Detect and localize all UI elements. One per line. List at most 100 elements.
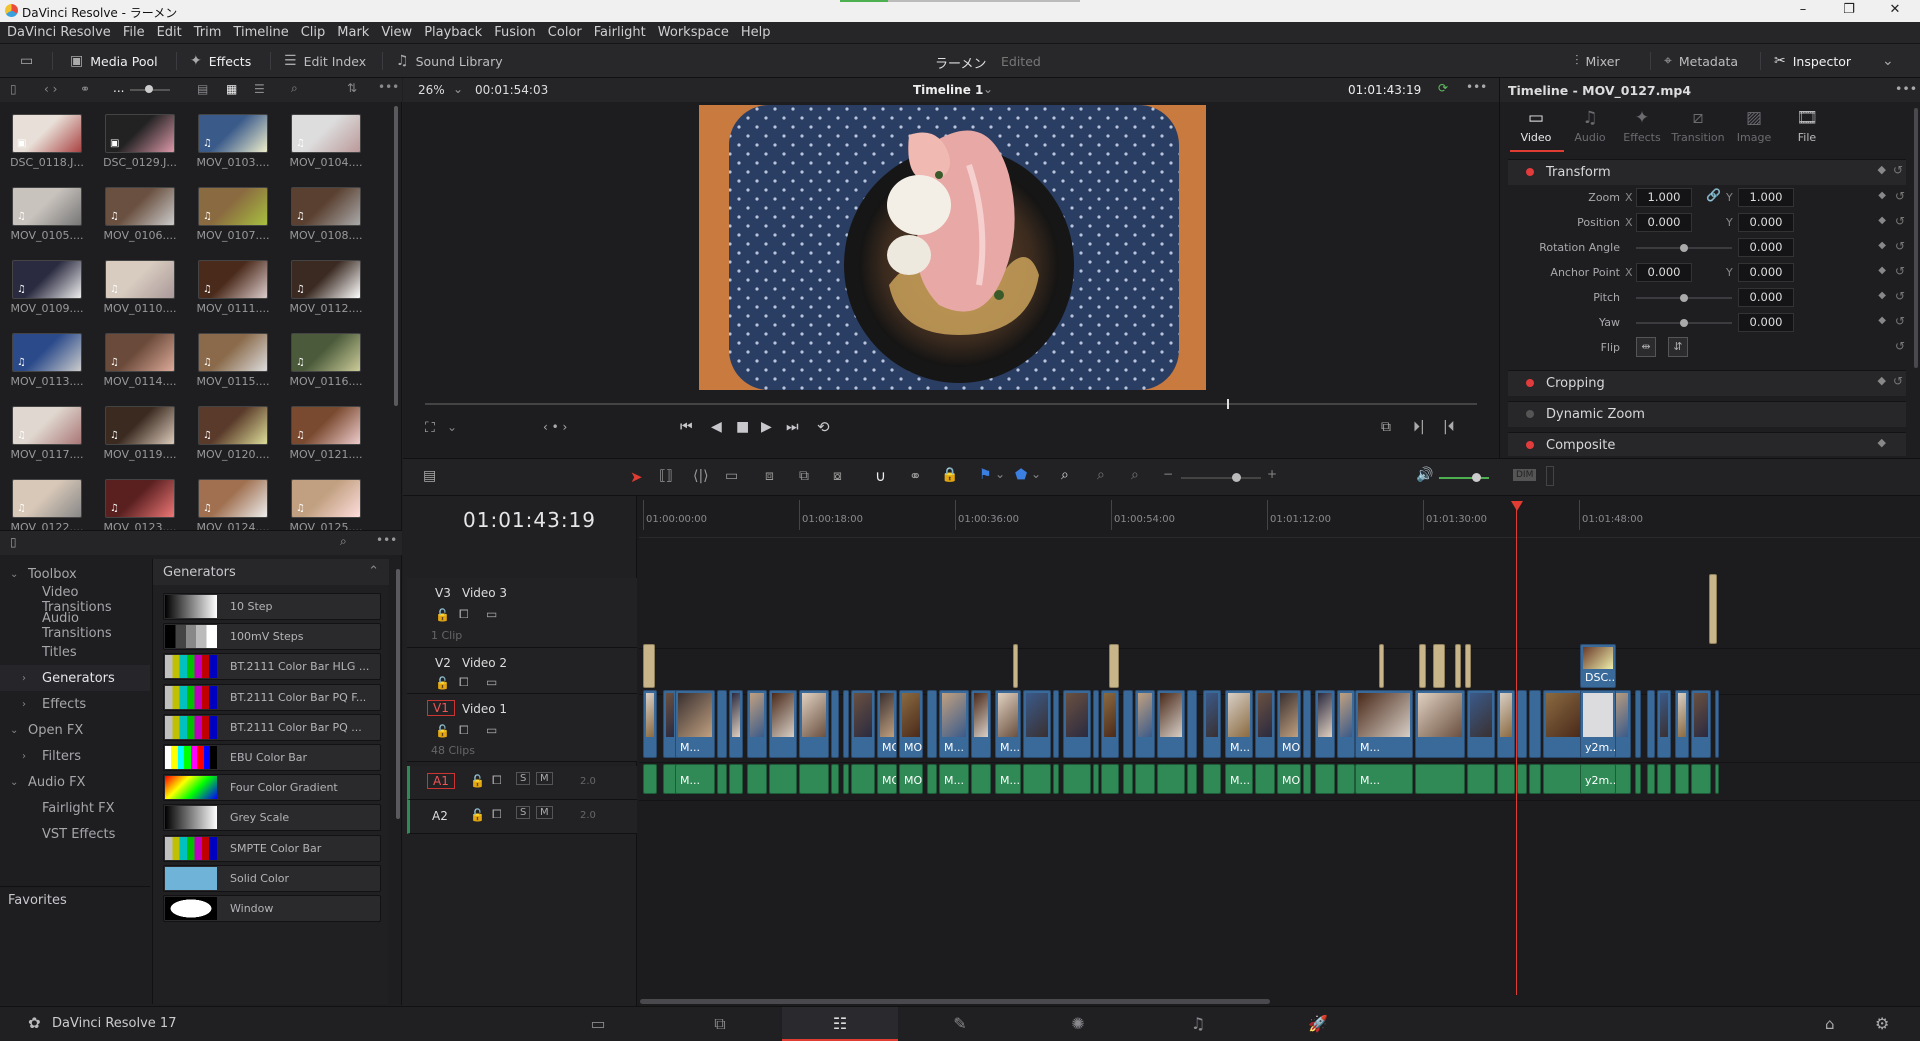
media-clip-thumbnail[interactable]: ♫ MOV_0109....	[11, 260, 84, 320]
v2-clip[interactable]	[1419, 644, 1426, 688]
reset-icon[interactable]: ↺	[1893, 163, 1903, 177]
fairlight-page-icon[interactable]: ♫	[1140, 1007, 1256, 1041]
transform-overlay-icon[interactable]: ⛶	[425, 420, 435, 436]
timeline-timecode[interactable]: 01:01:43:19	[463, 508, 596, 532]
lock-icon[interactable]: 🔓	[470, 808, 485, 822]
list-view-icon[interactable]: ☰	[254, 82, 265, 96]
media-clip-thumbnail[interactable]: ♫ MOV_0119....	[104, 406, 177, 466]
v1-clip[interactable]	[1675, 690, 1689, 758]
v1-clip[interactable]	[1101, 690, 1119, 758]
a1-clip[interactable]: M...	[675, 764, 715, 794]
auto-select-icon[interactable]: ⧠	[492, 807, 502, 822]
auto-select-icon[interactable]: ⧠	[492, 773, 502, 788]
anchor-y-field[interactable]: 0.000	[1738, 263, 1794, 282]
rotation-slider[interactable]	[1636, 244, 1732, 252]
media-clip-thumbnail[interactable]: ♫ MOV_0121....	[290, 406, 363, 466]
effects-scrollbar[interactable]	[396, 569, 400, 819]
menu-fairlight[interactable]: Fairlight	[594, 25, 646, 40]
metadata-button[interactable]: ⌖ Metadata	[1654, 44, 1748, 78]
flip-horizontal-icon[interactable]: ⇹	[1636, 337, 1656, 357]
sidebar-toggle-icon[interactable]: ▯	[10, 82, 17, 96]
dynamic-zoom-section[interactable]: Dynamic Zoom	[1508, 401, 1906, 427]
v1-clip[interactable]	[843, 690, 849, 758]
reset-icon[interactable]: ↺	[1895, 289, 1905, 303]
a1-clip[interactable]	[1135, 764, 1155, 794]
a1-clip[interactable]: M...	[995, 764, 1021, 794]
media-clip-thumbnail[interactable]: ♫ MOV_0115....	[197, 333, 270, 393]
track-id[interactable]: A1	[427, 773, 455, 789]
media-pool-button[interactable]: ▣ Media Pool	[60, 44, 168, 78]
zoom-in-icon[interactable]: +	[1267, 467, 1277, 481]
next-edit-icon[interactable]: ⏵|	[1413, 419, 1425, 435]
generator-item[interactable]: 10 Step	[163, 593, 381, 620]
inspector-button[interactable]: ✂ Inspector	[1764, 44, 1861, 78]
chevron-down-icon[interactable]: ⌄	[995, 467, 1005, 481]
v1-clip[interactable]	[1337, 690, 1355, 758]
track-name[interactable]: Video 3	[462, 586, 507, 600]
solo-button[interactable]: S	[516, 772, 531, 785]
menu-trim[interactable]: Trim	[194, 25, 222, 40]
timeline-name[interactable]: Timeline 1	[913, 83, 983, 97]
keyframe-icon[interactable]: ◆	[1878, 265, 1886, 276]
generator-item[interactable]: BT.2111 Color Bar HLG ...	[163, 653, 381, 681]
enable-toggle-icon[interactable]	[1526, 441, 1534, 449]
keyframe-icon[interactable]: ◆	[1878, 436, 1886, 449]
sort-icon[interactable]: ⇅	[347, 81, 357, 95]
v1-clip[interactable]: M...	[995, 690, 1021, 758]
reset-icon[interactable]: ↺	[1895, 264, 1905, 278]
chevron-right-icon[interactable]: ›	[22, 673, 26, 684]
media-clip-thumbnail[interactable]: ♫ MOV_0117....	[11, 406, 84, 466]
a1-clip[interactable]	[843, 764, 849, 794]
menu-fusion[interactable]: Fusion	[494, 25, 536, 40]
v1-clip[interactable]	[1691, 690, 1711, 758]
slider-handle[interactable]	[145, 85, 153, 93]
a1-clip[interactable]	[717, 764, 727, 794]
v1-clip[interactable]	[1093, 690, 1099, 758]
scrubber-playhead[interactable]	[1227, 399, 1229, 409]
a1-clip[interactable]	[831, 764, 839, 794]
video-enable-icon[interactable]: ▭	[486, 675, 497, 689]
chevron-down-icon[interactable]: ⌄	[10, 777, 18, 788]
close-button[interactable]: ✕	[1880, 2, 1910, 20]
v2-clip[interactable]	[1465, 644, 1471, 688]
zoom-out-icon[interactable]: −	[1163, 467, 1173, 481]
a1-clip[interactable]	[1063, 764, 1091, 794]
generator-item[interactable]: Grey Scale	[163, 804, 381, 832]
v1-clip[interactable]	[1497, 690, 1515, 758]
media-clip-thumbnail[interactable]: ♫ MOV_0110....	[104, 260, 177, 320]
a1-clip[interactable]: M...	[939, 764, 969, 794]
generator-item[interactable]: SMPTE Color Bar	[163, 834, 381, 862]
more-options-icon[interactable]: •••	[378, 80, 399, 94]
enable-toggle-icon[interactable]	[1526, 379, 1534, 387]
v1-clip[interactable]	[1063, 690, 1091, 758]
a1-clip[interactable]	[1123, 764, 1133, 794]
nav-back-forward-icon[interactable]: ‹ ›	[44, 82, 57, 96]
a1-clip[interactable]	[1053, 764, 1059, 794]
cut-page-icon[interactable]: ⧉	[662, 1007, 778, 1041]
marker-icon[interactable]: ⬟	[1015, 467, 1027, 483]
a1-clip[interactable]: MOV...	[899, 764, 923, 794]
reset-icon[interactable]: ↺	[1895, 214, 1905, 228]
chevron-down-icon[interactable]: ⌄	[447, 420, 457, 434]
a1-clip[interactable]	[1415, 764, 1465, 794]
a1-clip[interactable]	[1635, 764, 1641, 794]
keyframe-icon[interactable]: ◆	[1878, 374, 1886, 387]
a1-clip[interactable]	[1023, 764, 1051, 794]
minimize-button[interactable]: –	[1788, 2, 1818, 20]
v1-clip[interactable]: y2m...	[1580, 690, 1616, 758]
bin-path[interactable]: ...	[113, 81, 124, 95]
fusion-page-icon[interactable]: ✎	[902, 1007, 1018, 1041]
generators-header[interactable]: Generators ⌃	[153, 559, 389, 585]
v1-clip[interactable]	[1315, 690, 1335, 758]
lock-icon[interactable]: 🔓	[435, 724, 450, 738]
volume-slider[interactable]	[1439, 477, 1489, 479]
media-clip-thumbnail[interactable]: ♫ MOV_0120....	[197, 406, 270, 466]
link-icon[interactable]: 🔗	[1706, 188, 1721, 202]
position-lock-icon[interactable]: 🔒	[941, 467, 958, 483]
media-page-icon[interactable]: ▭	[540, 1007, 656, 1041]
a1-clip[interactable]	[1517, 764, 1527, 794]
v3-clip[interactable]	[1709, 574, 1717, 644]
media-clip-thumbnail[interactable]: ♫ MOV_0108....	[290, 187, 363, 247]
play-icon[interactable]: ▶	[761, 419, 772, 435]
effects-tree-item[interactable]: Titles	[0, 639, 150, 665]
